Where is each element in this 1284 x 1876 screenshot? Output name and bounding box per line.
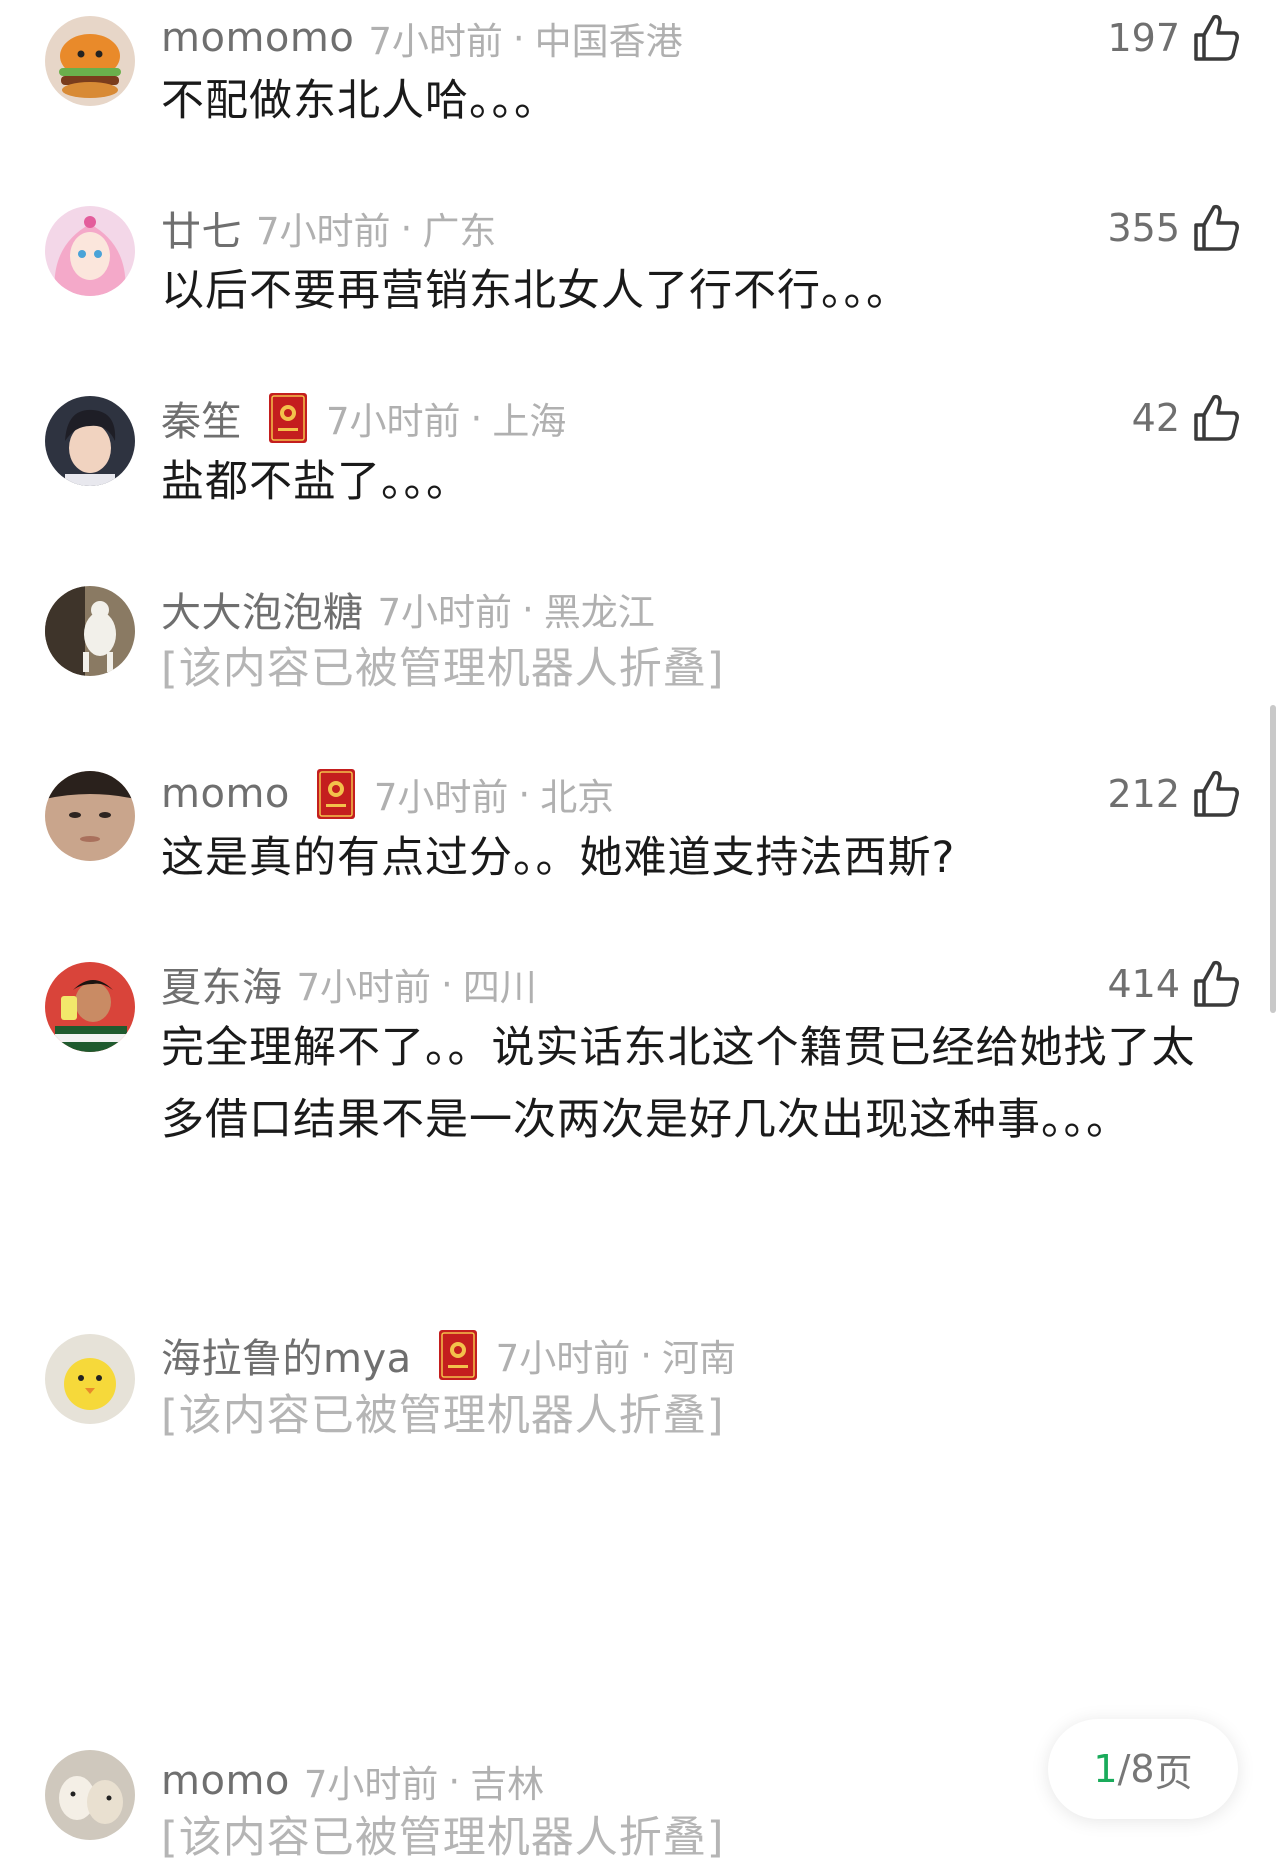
username[interactable]: momomo xyxy=(161,15,354,61)
comment-meta: momo 7小时前 · 北京 xyxy=(161,769,614,819)
user-avatar[interactable] xyxy=(45,206,135,296)
user-avatar[interactable] xyxy=(45,586,135,676)
comment-time: 7小时前 xyxy=(377,591,513,634)
burger-avatar-icon xyxy=(45,16,135,106)
ip-region: 黑龙江 xyxy=(543,591,655,634)
comment-text: 完全理解不了。。说实话东北这个籍贯已经给她找了太多借口结果不是一次两次是好几次出… xyxy=(161,1023,1196,1145)
folded-comment-text[interactable]: [该内容已被管理机器人折叠] xyxy=(161,633,1221,705)
comment-meta: momomo 7小时前 · 中国香港 xyxy=(161,13,683,63)
username[interactable]: 廿七 xyxy=(161,199,242,257)
page-indicator[interactable]: 1/8 页 xyxy=(1048,1719,1238,1819)
user-avatar[interactable] xyxy=(45,1334,135,1424)
meta-separator: · xyxy=(512,16,525,60)
meta-separator: · xyxy=(522,587,534,631)
comment-time: 7小时前 xyxy=(368,20,503,63)
total-pages: /8 xyxy=(1117,1747,1155,1791)
page-suffix: 页 xyxy=(1154,1750,1193,1795)
anime-girl-avatar-icon xyxy=(45,206,135,296)
meta-separator: · xyxy=(470,396,483,440)
ip-region: 广东 xyxy=(422,210,497,253)
yellow-chick-avatar-icon xyxy=(45,1334,135,1424)
meta-separator: · xyxy=(640,1333,652,1377)
comment-meta: 大大泡泡糖 7小时前 · 黑龙江 xyxy=(161,584,655,637)
folded-comment-text[interactable]: [该内容已被管理机器人折叠] xyxy=(161,1380,1221,1452)
folded-comment-text[interactable]: [该内容已被管理机器人折叠] xyxy=(161,1802,1221,1874)
meta-separator: · xyxy=(441,962,453,1006)
thumbs-up-icon xyxy=(1194,14,1239,61)
username[interactable]: 秦笙 xyxy=(161,389,242,447)
user-avatar[interactable] xyxy=(45,962,135,1052)
meta-separator: · xyxy=(400,206,413,250)
comment-time: 7小时前 xyxy=(495,1337,631,1380)
like-count: 42 xyxy=(1131,396,1180,440)
face-closeup-avatar-icon xyxy=(45,771,135,861)
cat-photo-avatar-icon xyxy=(45,586,135,676)
username[interactable]: momo xyxy=(161,1758,290,1804)
dogs-photo-avatar-icon xyxy=(45,1750,135,1840)
username[interactable]: 大大泡泡糖 xyxy=(161,580,364,638)
user-avatar[interactable] xyxy=(45,396,135,486)
ip-region: 四川 xyxy=(462,966,537,1009)
comment-time: 7小时前 xyxy=(373,776,509,819)
user-avatar[interactable] xyxy=(45,16,135,106)
like-count: 197 xyxy=(1107,16,1180,60)
like-count: 414 xyxy=(1107,962,1180,1006)
ip-region: 中国香港 xyxy=(534,20,683,63)
like-count: 355 xyxy=(1107,206,1180,250)
like-button[interactable]: 42 xyxy=(1132,390,1240,446)
comment-text: 盐都不盐了。。。 xyxy=(161,457,470,507)
user-avatar[interactable] xyxy=(45,1750,135,1840)
scrollbar-thumb[interactable] xyxy=(1270,705,1276,1013)
man-portrait-avatar-icon xyxy=(45,396,135,486)
user-avatar[interactable] xyxy=(45,771,135,861)
comment-text: 以后不要再营销东北女人了行不行。。。 xyxy=(161,266,910,316)
comment-time: 7小时前 xyxy=(296,966,432,1009)
comment-meta: momo 7小时前 · 吉林 xyxy=(161,1756,544,1806)
current-page: 1 xyxy=(1093,1747,1118,1791)
comment-text: 这是真的有点过分。。她难道支持法西斯? xyxy=(161,833,956,883)
comment-meta: 夏东海 7小时前 · 四川 xyxy=(161,959,537,1012)
boy-drinking-avatar-icon xyxy=(45,962,135,1052)
like-button[interactable]: 355 xyxy=(1107,200,1240,256)
thumbs-up-icon xyxy=(1194,960,1239,1007)
ip-region: 河南 xyxy=(661,1337,736,1380)
like-button[interactable]: 197 xyxy=(1107,10,1240,66)
like-count: 212 xyxy=(1107,772,1180,816)
meta-separator: · xyxy=(518,772,531,816)
username[interactable]: 海拉鲁的mya xyxy=(161,1326,412,1384)
ip-region: 北京 xyxy=(540,776,615,819)
comment-time: 7小时前 xyxy=(256,210,391,253)
ip-region: 吉林 xyxy=(470,1763,545,1806)
thumbs-up-icon xyxy=(1194,770,1239,817)
username[interactable]: 夏东海 xyxy=(161,955,283,1013)
comment-text: 不配做东北人哈。。。 xyxy=(161,76,558,126)
thumbs-up-icon xyxy=(1194,204,1239,251)
thumbs-up-icon xyxy=(1194,394,1239,441)
fan-badge-icon xyxy=(316,768,356,820)
comment-time: 7小时前 xyxy=(326,400,461,443)
fan-badge-icon xyxy=(438,1329,478,1381)
comment-meta: 海拉鲁的mya 7小时前 · 河南 xyxy=(161,1329,736,1382)
meta-separator: · xyxy=(448,1759,461,1803)
fan-badge-icon xyxy=(268,392,308,444)
like-button[interactable]: 212 xyxy=(1107,766,1240,822)
username[interactable]: momo xyxy=(161,771,290,817)
ip-region: 上海 xyxy=(492,400,567,443)
comment-meta: 廿七 7小时前 · 广东 xyxy=(161,203,497,256)
like-button[interactable]: 414 xyxy=(1107,956,1240,1012)
comment-time: 7小时前 xyxy=(303,1763,439,1806)
comment-meta: 秦笙 7小时前 · 上海 xyxy=(161,392,567,445)
